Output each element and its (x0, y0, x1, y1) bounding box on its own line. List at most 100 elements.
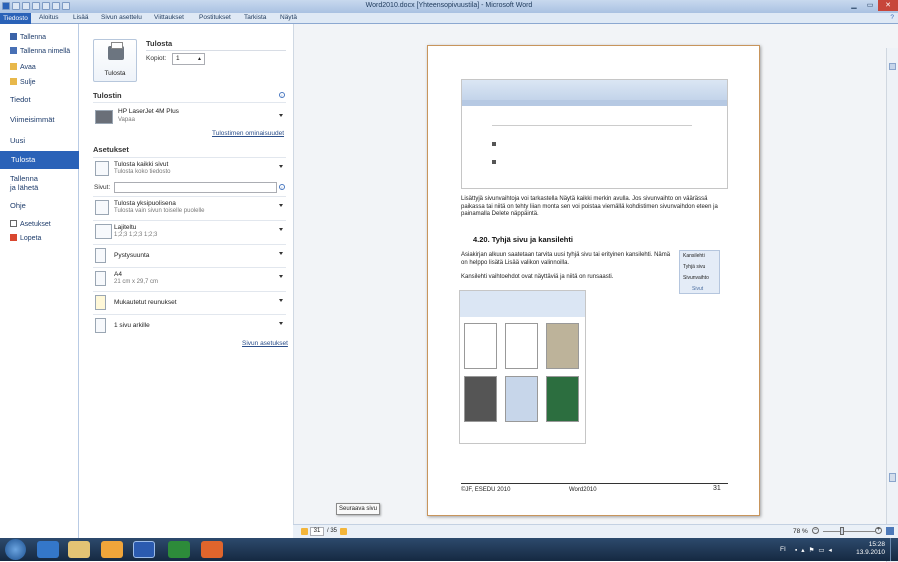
language-indicator[interactable]: FI (780, 546, 786, 553)
nav-save-as[interactable]: Tallenna nimellä (10, 47, 70, 55)
chevron-down-icon (279, 299, 283, 302)
title-bar: Word2010.docx [Yhteensopivuustila] - Mic… (0, 0, 898, 13)
nav-info[interactable]: Tiedot (10, 95, 31, 104)
nav-recent[interactable]: Viimeisimmät (10, 115, 54, 124)
print-button[interactable]: Tulosta (93, 39, 137, 82)
tab-home[interactable]: Aloitus (39, 14, 59, 21)
tab-review[interactable]: Tarkista (244, 14, 266, 21)
paper-icon (95, 271, 106, 286)
printer-icon (108, 42, 124, 60)
nav-save-send[interactable]: Tallenna ja lähetä (10, 174, 38, 192)
nav-exit[interactable]: Lopeta (10, 234, 41, 242)
next-page-button[interactable] (340, 528, 347, 535)
next-page-tooltip: Seuraava sivu (336, 503, 380, 515)
preview-page: Lisättyjä sivunvaihtoja voi tarkastella … (427, 45, 760, 516)
printer-device-icon (95, 110, 113, 124)
tab-mailings[interactable]: Postitukset (199, 14, 231, 21)
cover-thumb (546, 323, 579, 369)
pages-per-sheet-dropdown[interactable]: 1 sivu arkille (93, 314, 286, 335)
collated-icon (95, 224, 112, 239)
media-player-icon[interactable] (101, 541, 123, 558)
zoom-level[interactable]: 78 % (793, 528, 808, 535)
one-sided-icon (95, 200, 109, 215)
nav-new[interactable]: Uusi (10, 136, 25, 145)
portrait-icon (95, 248, 106, 263)
prev-page-button[interactable] (301, 528, 308, 535)
copies-spinner[interactable]: 1 ▲ (172, 53, 205, 65)
window-title: Word2010.docx [Yhteensopivuustila] - Mic… (365, 2, 533, 9)
info-icon[interactable]: i (279, 92, 285, 98)
sides-dropdown[interactable]: Tulosta yksipuolisena Tulosta vain sivun… (93, 196, 286, 217)
tab-view[interactable]: Näytä (280, 14, 297, 21)
save-icon (10, 33, 17, 40)
section-heading: 4.20. Tyhjä sivu ja kansilehti (473, 235, 573, 244)
cover-thumb (464, 323, 497, 369)
nav-save[interactable]: Tallenna (10, 33, 46, 41)
pages-icon (95, 161, 109, 176)
cover-thumb (505, 323, 538, 369)
footer-page-number: 31 (713, 485, 721, 492)
zoom-out-icon[interactable]: − (812, 527, 819, 534)
paper-size-dropdown[interactable]: A4 21 cm x 29,7 cm (93, 267, 286, 288)
nav-open[interactable]: Avaa (10, 63, 36, 71)
word-taskbar-icon[interactable] (133, 541, 155, 558)
tab-file[interactable]: Tiedosto (0, 13, 31, 24)
chevron-down-icon (279, 228, 283, 231)
pages-input[interactable] (114, 182, 277, 193)
orientation-dropdown[interactable]: Pystysuunta (93, 244, 286, 265)
print-heading: Tulosta (146, 39, 173, 48)
maximize-button[interactable]: ▭ (862, 0, 878, 11)
cover-menu: Kansilehti Tyhjä sivu Sivunvaihto Sivut (679, 250, 720, 294)
zoom-to-page-icon[interactable] (886, 527, 894, 535)
info-icon[interactable]: i (279, 184, 285, 190)
page-setup-link[interactable]: Sivun asetukset (242, 340, 288, 347)
save-as-icon (10, 47, 17, 54)
nav-print[interactable]: Tulosta (0, 151, 79, 169)
close-file-icon (10, 78, 17, 85)
printer-dropdown[interactable]: HP LaserJet 4M Plus Vapaa (93, 102, 286, 129)
ie-icon[interactable] (37, 541, 59, 558)
zoom-in-icon[interactable]: + (875, 527, 882, 534)
zoom-slider[interactable] (823, 531, 875, 532)
exit-icon (10, 234, 17, 241)
nav-help[interactable]: Ohje (10, 201, 26, 210)
spinner-arrows-icon[interactable]: ▲ (197, 54, 202, 64)
nav-options[interactable]: Asetukset (10, 220, 51, 228)
cover-thumb (505, 376, 538, 422)
footer-left: ©JF, ESEDU 2010 (461, 487, 511, 493)
chevron-down-icon (279, 204, 283, 207)
page-number-input[interactable]: 31 (310, 527, 324, 536)
explorer-icon[interactable] (68, 541, 90, 558)
vertical-scrollbar[interactable] (886, 48, 898, 562)
tab-page-layout[interactable]: Sivun asettelu (101, 14, 142, 21)
excel-taskbar-icon[interactable] (168, 541, 190, 558)
clock[interactable]: 15:28 13.9.2010 (856, 541, 885, 557)
scroll-thumb[interactable] (889, 473, 896, 482)
zoom-slider-thumb[interactable] (840, 527, 844, 535)
nav-close[interactable]: Sulje (10, 78, 36, 86)
scroll-up-icon[interactable] (889, 63, 896, 70)
start-button[interactable] (5, 539, 26, 560)
tab-references[interactable]: Viittaukset (154, 14, 184, 21)
chevron-down-icon (279, 252, 283, 255)
chevron-down-icon (279, 114, 283, 117)
footer-mid: Word2010 (569, 487, 597, 493)
powerpoint-taskbar-icon[interactable] (201, 541, 223, 558)
tray-icons[interactable]: ▪▴⚑▭◂ (795, 546, 836, 554)
print-range-dropdown[interactable]: Tulosta kaikki sivut Tulosta koko tiedos… (93, 157, 286, 178)
options-icon (10, 220, 17, 227)
chevron-down-icon (279, 275, 283, 278)
margins-icon (95, 295, 106, 310)
body-paragraph-1: Lisättyjä sivunvaihtoja voi tarkastella … (461, 196, 718, 217)
ribbon-tabs: Tiedosto Aloitus Lisää Sivun asettelu Vi… (0, 13, 898, 24)
pages-label: Sivut: (94, 184, 111, 191)
minimize-button[interactable]: ▁ (846, 0, 862, 11)
close-button[interactable]: ✕ (878, 0, 898, 11)
help-icon[interactable]: ? (890, 14, 894, 21)
collation-dropdown[interactable]: Lajiteltu 1;2;3 1;2;3 1;2;3 (93, 220, 286, 241)
printer-properties-link[interactable]: Tulostimen ominaisuudet (212, 130, 284, 137)
margins-dropdown[interactable]: Mukautetut reunukset (93, 291, 286, 312)
cover-thumb (546, 376, 579, 422)
tab-insert[interactable]: Lisää (73, 14, 89, 21)
show-desktop-button[interactable] (890, 538, 898, 561)
